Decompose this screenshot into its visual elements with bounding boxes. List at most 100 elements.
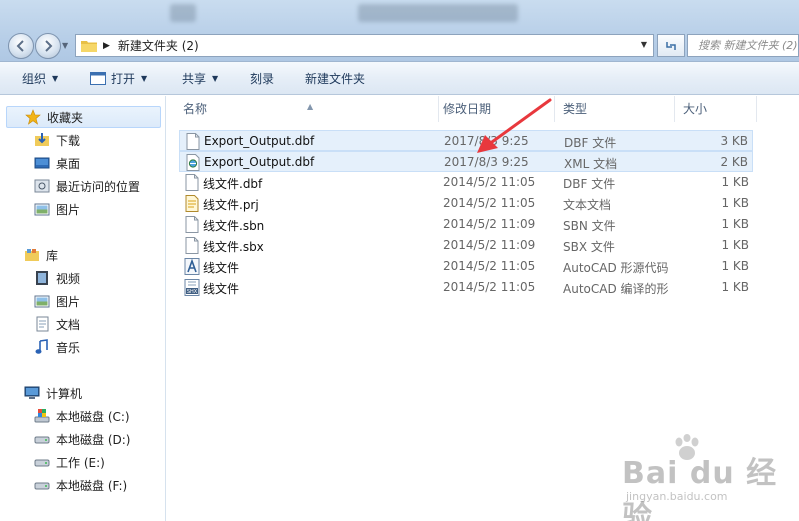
xml-file-icon — [186, 154, 200, 171]
hard-drive-icon — [34, 436, 50, 444]
title-bar: ▼ ▶ 新建文件夹 (2) ▼ 搜索 新建文件夹 (2) — [0, 0, 799, 62]
svg-text:SHX: SHX — [187, 289, 198, 295]
blurred-window-controls — [358, 4, 518, 22]
file-type: SBX 文件 — [563, 240, 615, 254]
sidebar-item-label: 库 — [46, 248, 59, 263]
sidebar-item-drive-d[interactable]: 本地磁盘 (D:) — [34, 428, 130, 450]
file-size: 1 KB — [721, 217, 749, 231]
annotation-arrow-icon — [477, 98, 552, 153]
sidebar-item-label: 图片 — [56, 294, 81, 309]
downloads-folder-icon — [35, 133, 49, 146]
column-header-size[interactable]: 大小 — [675, 96, 757, 122]
file-row[interactable]: 线文件.dbf 2014/5/2 11:05 DBF 文件 1 KB — [179, 172, 753, 193]
sidebar-item-desktop[interactable]: 桌面 — [34, 152, 80, 174]
file-name: 线文件 — [203, 282, 240, 296]
open-button[interactable]: 打开 ▼ — [90, 62, 147, 95]
window-icon — [90, 71, 106, 85]
forward-arrow-icon — [45, 40, 53, 52]
sidebar-item-label: 最近访问的位置 — [56, 179, 141, 194]
autocad-shape-icon — [184, 258, 200, 275]
sidebar-item-documents[interactable]: 文档 — [34, 313, 80, 335]
file-size: 1 KB — [721, 238, 749, 252]
desktop-icon — [34, 157, 50, 169]
sidebar-item-libraries[interactable]: 库 — [24, 244, 58, 266]
sidebar-item-label: 桌面 — [56, 156, 81, 171]
sidebar-item-pictures[interactable]: 图片 — [34, 290, 80, 312]
column-header-label: 名称 — [183, 102, 208, 116]
computer-icon — [24, 386, 40, 399]
recent-pages-chevron-icon[interactable]: ▼ — [62, 41, 68, 50]
watermark-brand: Bai du 经验 — [622, 456, 778, 521]
file-name: 线文件.sbn — [203, 219, 265, 233]
shx-file-icon: SHX — [184, 279, 200, 296]
breadcrumb-current-folder[interactable]: 新建文件夹 (2) — [118, 37, 199, 54]
file-modified-date: 2014/5/2 11:05 — [443, 259, 536, 273]
sidebar-item-label: 视频 — [56, 271, 81, 286]
sidebar-item-downloads[interactable]: 下载 — [34, 129, 80, 151]
sidebar-item-label: 收藏夹 — [47, 110, 84, 125]
folder-icon — [81, 41, 97, 52]
file-name: Export_Output.dbf — [204, 134, 315, 148]
file-modified-date: 2014/5/2 11:09 — [443, 238, 536, 252]
share-button[interactable]: 共享 ▼ — [182, 62, 218, 95]
burn-button[interactable]: 刻录 — [250, 62, 274, 95]
sidebar-item-label: 计算机 — [46, 386, 83, 401]
sidebar-item-label: 文档 — [56, 317, 81, 332]
file-row[interactable]: 线文件.sbx 2014/5/2 11:09 SBX 文件 1 KB — [179, 235, 753, 256]
file-size: 3 KB — [720, 134, 748, 148]
chevron-down-icon: ▼ — [52, 73, 59, 83]
forward-button[interactable] — [35, 33, 61, 59]
back-arrow-icon — [16, 40, 24, 52]
file-name: 线文件.sbx — [203, 240, 264, 254]
sidebar-item-pictures-favorite[interactable]: 图片 — [34, 198, 80, 220]
file-modified-date: 2014/5/2 11:05 — [443, 196, 536, 210]
file-modified-date: 2014/5/2 11:05 — [443, 175, 536, 189]
file-modified-date: 2014/5/2 11:09 — [443, 217, 536, 231]
pictures-icon — [34, 295, 50, 308]
file-row[interactable]: SHX 线文件 2014/5/2 11:05 AutoCAD 编译的形 1 KB — [179, 277, 753, 298]
sidebar-item-drive-c[interactable]: 本地磁盘 (C:) — [34, 405, 130, 427]
music-note-icon — [35, 339, 48, 354]
back-button[interactable] — [8, 33, 34, 59]
sidebar-item-videos[interactable]: 视频 — [34, 267, 80, 289]
sidebar-item-drive-e[interactable]: 工作 (E:) — [34, 451, 105, 473]
address-bar[interactable]: ▶ 新建文件夹 (2) ▼ — [75, 34, 654, 57]
file-row[interactable]: 线文件.sbn 2014/5/2 11:09 SBN 文件 1 KB — [179, 214, 753, 235]
sidebar-item-recent-places[interactable]: 最近访问的位置 — [34, 175, 140, 197]
file-size: 1 KB — [721, 175, 749, 189]
file-name: Export_Output.dbf — [204, 155, 315, 169]
sidebar-item-drive-f[interactable]: 本地磁盘 (F:) — [34, 474, 127, 496]
file-type: SBN 文件 — [563, 219, 616, 233]
sort-ascending-icon: ▲ — [307, 102, 314, 111]
file-row[interactable]: 线文件 2014/5/2 11:05 AutoCAD 形源代码 1 KB — [179, 256, 753, 277]
sidebar-item-label: 音乐 — [56, 340, 81, 355]
sidebar-item-computer[interactable]: 计算机 — [24, 382, 82, 404]
file-row[interactable]: 线文件.prj 2014/5/2 11:05 文本文档 1 KB — [179, 193, 753, 214]
file-name: 线文件 — [203, 261, 240, 275]
refresh-button[interactable] — [657, 34, 685, 57]
system-drive-icon — [34, 409, 50, 423]
command-bar: 组织 ▼ 打开 ▼ 共享 ▼ 刻录 新建文件夹 — [0, 62, 799, 95]
file-type: DBF 文件 — [563, 177, 616, 191]
documents-icon — [36, 316, 49, 332]
organize-label: 组织 — [22, 71, 47, 86]
watermark-url: jingyan.baidu.com — [626, 490, 728, 503]
recent-places-icon — [34, 179, 50, 193]
sidebar-item-music[interactable]: 音乐 — [34, 336, 80, 358]
hard-drive-icon — [34, 459, 50, 467]
navigation-pane: 收藏夹 下载 桌面 最近访问的位置 图片 库 视频 图片 文档 音乐 计算机 本… — [0, 96, 166, 521]
new-folder-button[interactable]: 新建文件夹 — [305, 62, 365, 95]
file-name: 线文件.dbf — [203, 177, 263, 191]
file-size: 1 KB — [721, 259, 749, 273]
organize-button[interactable]: 组织 ▼ — [22, 62, 58, 95]
address-dropdown-icon[interactable]: ▼ — [641, 40, 647, 49]
sidebar-item-label: 本地磁盘 (D:) — [56, 432, 131, 447]
breadcrumb-separator-icon[interactable]: ▶ — [103, 41, 110, 51]
sidebar-item-label: 本地磁盘 (F:) — [56, 478, 128, 493]
file-name: 线文件.prj — [203, 198, 259, 212]
blank-file-icon — [186, 133, 200, 150]
sidebar-item-favorites[interactable]: 收藏夹 — [6, 106, 161, 128]
file-size: 2 KB — [720, 155, 748, 169]
search-input[interactable]: 搜索 新建文件夹 (2) — [687, 34, 799, 57]
sidebar-item-label: 工作 (E:) — [56, 455, 105, 470]
